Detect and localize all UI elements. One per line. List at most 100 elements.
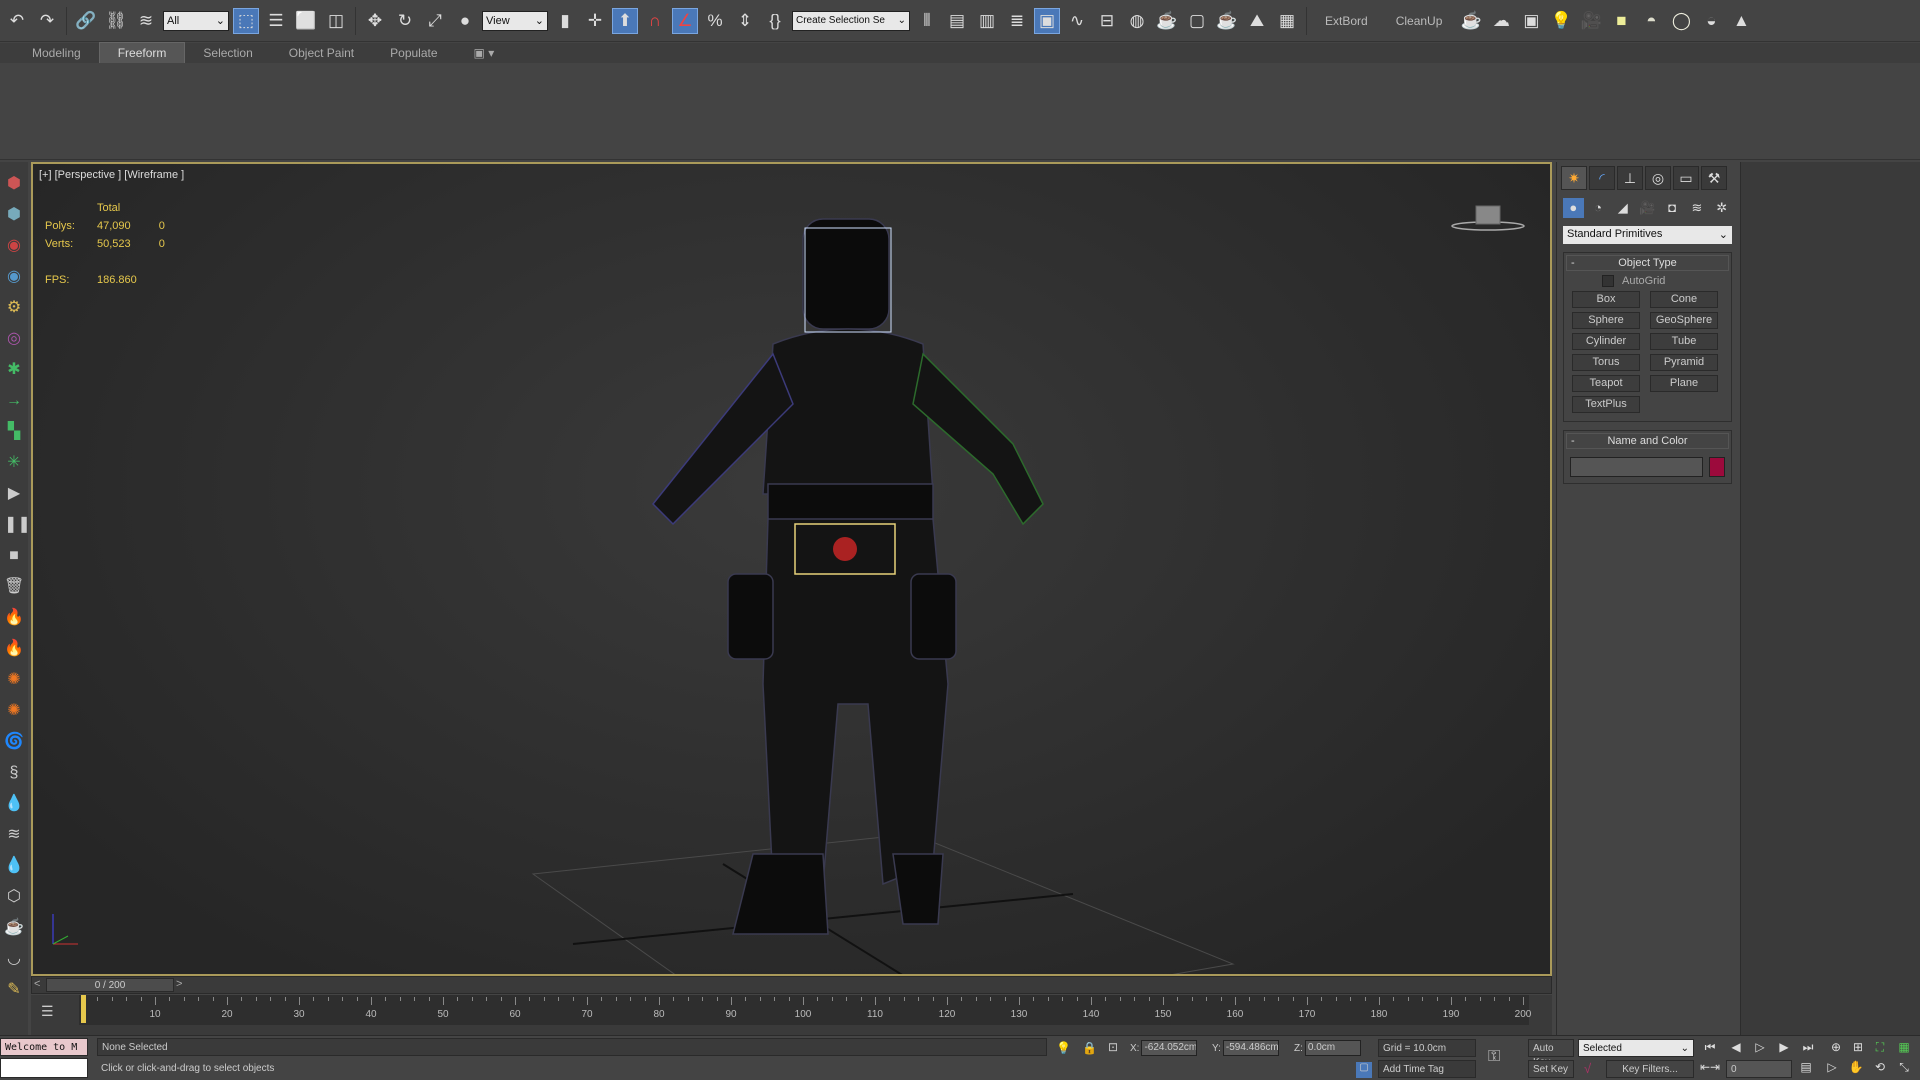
render-cloud-icon[interactable]: ⛰	[1244, 8, 1270, 34]
network-tool-icon[interactable]: ✱	[4, 358, 24, 382]
absolute-mode-icon[interactable]: ⊡	[1108, 1040, 1118, 1054]
go-to-end-icon[interactable]: ⏭	[1798, 1040, 1818, 1055]
object-type-header[interactable]: - Object Type	[1566, 255, 1729, 271]
arrow-tool-icon[interactable]: →	[4, 389, 24, 413]
undo-icon[interactable]: ↶	[4, 8, 30, 34]
render-iterative-icon[interactable]: ▦	[1274, 8, 1300, 34]
pan-icon[interactable]: ✋	[1846, 1060, 1866, 1074]
spiral-icon[interactable]: §	[4, 761, 24, 785]
z-coordinate-field[interactable]: 0.0cm	[1304, 1040, 1361, 1056]
sphere-light-icon[interactable]: ◯	[1668, 8, 1694, 34]
maximize-viewport-icon[interactable]: ⤡	[1894, 1060, 1914, 1075]
previous-frame-icon[interactable]: ◀	[1726, 1040, 1746, 1054]
track-bar[interactable]: ☰ 10 20 30 40 50 60 70 80 90 100 110 120 130 140 150 16…	[31, 995, 1552, 1035]
material-editor-icon[interactable]: ◍	[1124, 8, 1150, 34]
rect-selection-icon[interactable]: ⬜	[293, 8, 319, 34]
zoom-extents-icon[interactable]: ⛶	[1870, 1040, 1890, 1055]
spinner-snap-icon[interactable]: ⇕	[732, 8, 758, 34]
fire-tool-icon[interactable]: ◉	[4, 234, 24, 258]
cleanup-button[interactable]: CleanUp	[1384, 14, 1455, 28]
tube-button[interactable]: Tube	[1650, 333, 1718, 350]
y-coordinate-field[interactable]: -594.486cm	[1222, 1040, 1279, 1056]
zoom-extents-all-icon[interactable]: ▦	[1894, 1040, 1914, 1054]
camera-icon[interactable]: 🎥	[1578, 8, 1604, 34]
light-icon[interactable]: 💡	[1548, 8, 1574, 34]
toggle-ribbon-icon[interactable]: ▣	[1034, 7, 1060, 34]
teapot-button[interactable]: Teapot	[1572, 375, 1640, 392]
pause-icon[interactable]: ❚❚	[4, 513, 31, 537]
scale-icon[interactable]: ⤢	[422, 8, 448, 34]
angle-snap-icon[interactable]: ∠	[672, 7, 698, 34]
render-setup-icon[interactable]: ☕	[1154, 8, 1180, 34]
geosphere-button[interactable]: GeoSphere	[1650, 312, 1718, 329]
time-slider-thumb[interactable]: 0 / 200	[46, 978, 174, 992]
name-color-header[interactable]: - Name and Color	[1566, 433, 1729, 449]
manipulate-icon[interactable]: ✛	[582, 8, 608, 34]
modify-tab-icon[interactable]: ◜	[1589, 166, 1615, 190]
time-config-icon[interactable]: ▤	[1796, 1060, 1816, 1074]
zoom-all-icon[interactable]: ⊞	[1848, 1040, 1868, 1054]
water-drop-icon[interactable]: 💧	[4, 854, 24, 878]
category-dropdown[interactable]: Standard Primitives ⌄	[1563, 226, 1732, 244]
cube-icon[interactable]: ⬡	[4, 885, 24, 909]
basket-icon[interactable]: ◒	[1698, 8, 1724, 34]
ring-tool-icon[interactable]: ◎	[4, 327, 24, 351]
motion-tab-icon[interactable]: ◎	[1645, 166, 1671, 190]
reference-coord-dropdown[interactable]: View ⌄	[482, 10, 548, 31]
pyramid-button[interactable]: Pyramid	[1650, 354, 1718, 371]
unlink-icon[interactable]: ⛓	[103, 8, 129, 34]
object-name-input[interactable]	[1570, 457, 1703, 477]
key-icon[interactable]: ⚿	[1488, 1048, 1500, 1066]
perspective-viewport[interactable]: [+] [Perspective ] [Wireframe ] Total Po…	[31, 162, 1552, 976]
systems-icon[interactable]: ✲	[1711, 198, 1732, 218]
autogrid-checkbox[interactable]	[1602, 275, 1614, 287]
swirl-icon[interactable]: 🌀	[4, 730, 24, 754]
box-tool-icon[interactable]: ⬢	[4, 172, 24, 196]
textplus-button[interactable]: TextPlus	[1572, 396, 1640, 413]
place-icon[interactable]: ●	[452, 8, 478, 34]
geometry-tool-icon[interactable]: ⬢	[4, 203, 24, 227]
stop-icon[interactable]: ■	[4, 544, 24, 568]
schematic-view-icon[interactable]: ⊟	[1094, 8, 1120, 34]
play-icon[interactable]: ▶	[4, 482, 24, 506]
extbord-button[interactable]: ExtBord	[1313, 14, 1380, 28]
helpers-icon[interactable]: ◘	[1662, 198, 1683, 218]
time-tag-icon[interactable]: ▢	[1356, 1062, 1372, 1078]
key-mode-toggle-icon[interactable]: ⇤⇥	[1700, 1060, 1720, 1074]
cloud-icon[interactable]: ☁	[1488, 8, 1514, 34]
redo-icon[interactable]: ↷	[34, 8, 60, 34]
tab-selection[interactable]: Selection	[185, 43, 270, 63]
select-object-icon[interactable]: ⬚	[233, 7, 259, 34]
rendered-frame-icon[interactable]: ▢	[1184, 8, 1210, 34]
flame-alt-icon[interactable]: 🔥	[4, 637, 24, 661]
box-button[interactable]: Box	[1572, 291, 1640, 308]
percent-snap-icon[interactable]: %	[702, 8, 728, 34]
selection-filter-dropdown[interactable]: All ⌄	[163, 10, 229, 31]
track-ruler[interactable]: 10 20 30 40 50 60 70 80 90 100 110 120 130 140 150 160 1…	[79, 995, 1531, 1025]
fov-icon[interactable]: ▷	[1822, 1060, 1842, 1074]
auto-key-button[interactable]: Auto Key	[1528, 1039, 1574, 1068]
create-tab-icon[interactable]: ✷	[1561, 166, 1587, 190]
lock-icon[interactable]: 🔒	[1082, 1041, 1097, 1055]
window-crossing-icon[interactable]: ◫	[323, 8, 349, 34]
render-icon[interactable]: ☕	[1214, 8, 1240, 34]
curve-editor-icon[interactable]: ∿	[1064, 8, 1090, 34]
named-selection-input[interactable]: Create Selection Se ⌄	[792, 10, 910, 31]
orbit-icon[interactable]: ⟲	[1870, 1060, 1890, 1074]
burst-icon[interactable]: ✺	[4, 668, 24, 692]
plane-icon[interactable]: ■	[1608, 8, 1634, 34]
isolate-icon[interactable]: 💡	[1056, 1041, 1071, 1055]
next-frame-icon[interactable]: ▶	[1774, 1040, 1794, 1054]
edit-named-selection-icon[interactable]: {}	[762, 8, 788, 34]
gear-tool-icon[interactable]: ⚙	[4, 296, 24, 320]
water-tool-icon[interactable]: ◉	[4, 265, 24, 289]
tab-populate[interactable]: Populate	[372, 43, 455, 63]
set-key-button[interactable]: Set Key	[1528, 1060, 1574, 1078]
zoom-icon[interactable]: ⊕	[1826, 1040, 1846, 1054]
keyboard-shortcut-icon[interactable]: ⬆	[612, 7, 638, 34]
geometry-icon[interactable]: ●	[1563, 198, 1584, 218]
move-icon[interactable]: ✥	[362, 8, 388, 34]
cone-icon[interactable]: ▲	[1728, 8, 1754, 34]
tab-modeling[interactable]: Modeling	[14, 43, 99, 63]
mini-curve-editor-icon[interactable]: ☰	[41, 1003, 54, 1020]
